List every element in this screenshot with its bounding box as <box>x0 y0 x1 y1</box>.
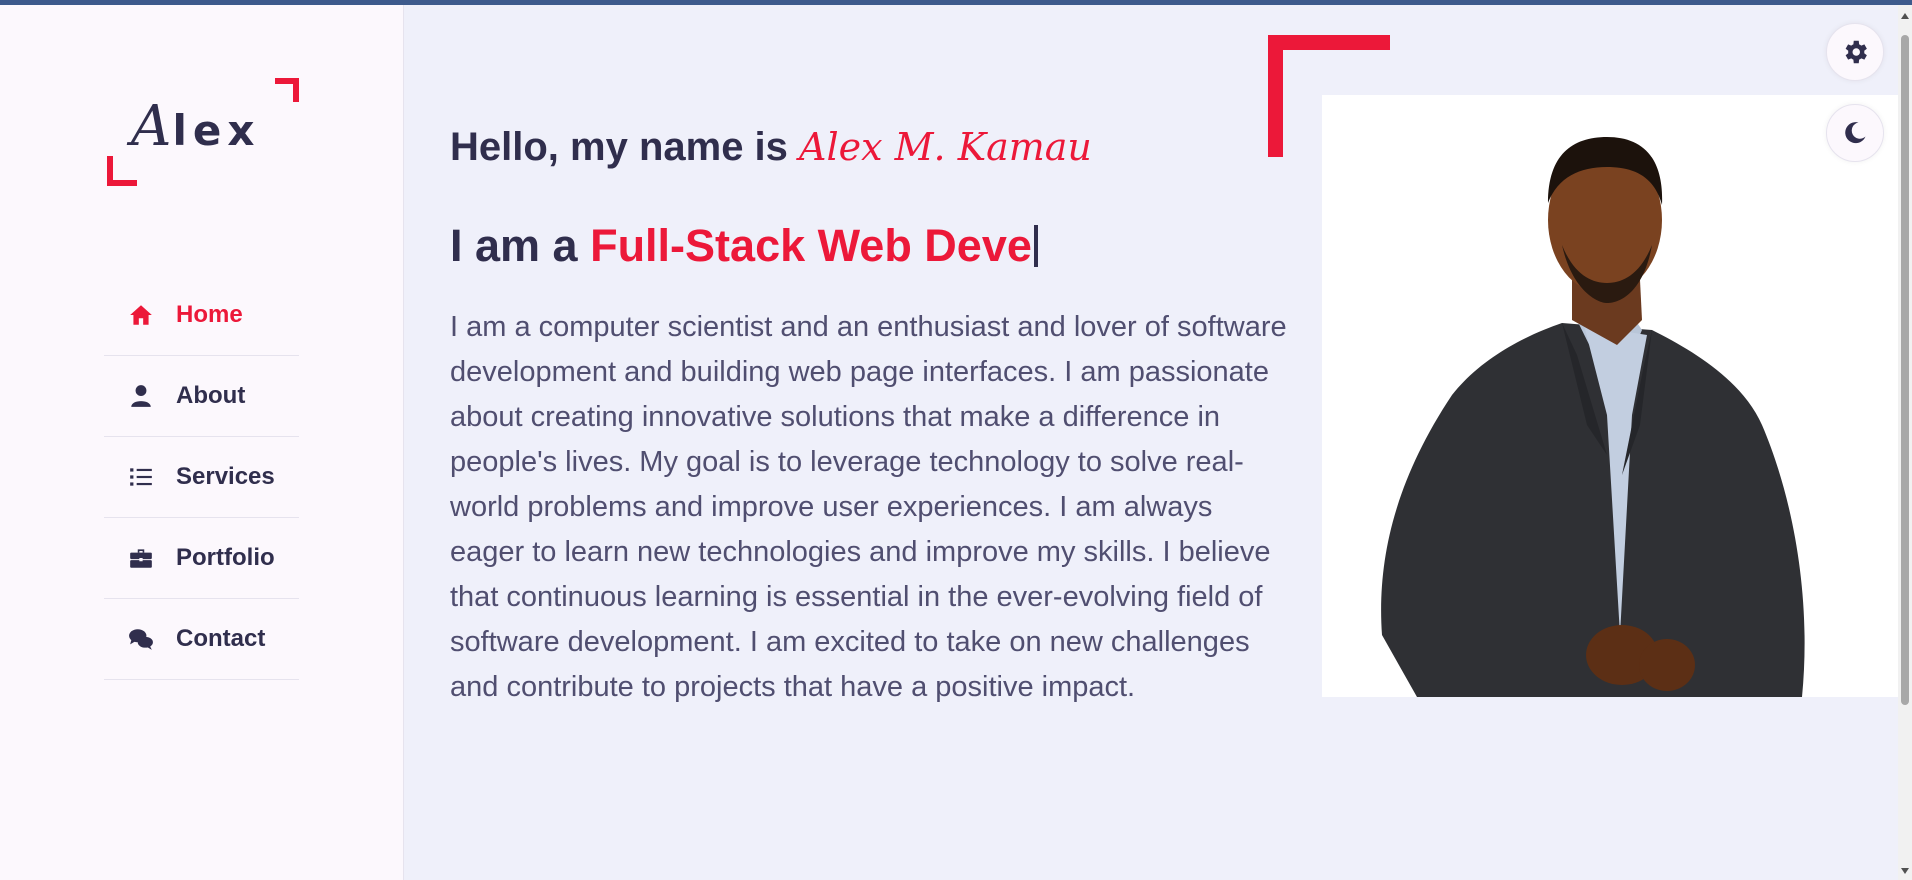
user-icon <box>126 381 156 411</box>
nav-item-label: Contact <box>176 625 266 652</box>
page-scrollbar[interactable] <box>1898 5 1912 880</box>
nav-item-home[interactable]: Home <box>104 275 299 356</box>
role-heading: I am a Full-Stack Web Deve <box>450 220 1038 272</box>
nav-item-label: About <box>176 382 246 409</box>
nav-item-about[interactable]: About <box>104 356 299 437</box>
logo-corner-top-right <box>275 78 299 102</box>
nav-item-label: Portfolio <box>176 544 275 571</box>
nav-item-contact[interactable]: Contact <box>104 599 299 680</box>
home-icon <box>126 300 156 330</box>
logo-corner-bottom-left <box>107 156 137 186</box>
owner-name: Alex M. Kamau <box>799 125 1092 169</box>
home-section: Hello, my name is Alex M. Kamau I am a F… <box>404 5 1912 880</box>
nav-item-label: Services <box>176 463 275 490</box>
scroll-down-arrow-icon[interactable] <box>1901 868 1909 874</box>
sidebar: Alex Home About Services Portfolio Conta… <box>0 5 404 880</box>
nav-item-label: Home <box>176 301 243 328</box>
main-nav: Home About Services Portfolio Contact <box>104 275 299 680</box>
moon-icon <box>1841 119 1869 147</box>
comments-icon <box>126 624 156 654</box>
greeting-heading: Hello, my name is Alex M. Kamau <box>450 125 1092 170</box>
list-icon <box>126 462 156 492</box>
typing-caret <box>1033 225 1038 267</box>
logo-text: Alex <box>131 94 260 159</box>
logo-rest: lex <box>172 106 261 155</box>
theme-toggle-button[interactable] <box>1826 104 1884 162</box>
profile-photo <box>1322 95 1912 697</box>
person-illustration <box>1381 137 1805 697</box>
role-typed-text: Full-Stack Web Deve <box>590 220 1032 271</box>
role-prefix: I am a <box>450 220 591 271</box>
nav-item-portfolio[interactable]: Portfolio <box>104 518 299 599</box>
briefcase-icon <box>126 543 156 573</box>
greeting-text: Hello, my name is <box>450 125 800 169</box>
nav-item-services[interactable]: Services <box>104 437 299 518</box>
settings-button[interactable] <box>1826 23 1884 81</box>
scrollbar-thumb[interactable] <box>1901 35 1909 705</box>
logo[interactable]: Alex <box>107 72 299 186</box>
bio-paragraph: I am a computer scientist and an enthusi… <box>450 311 1287 703</box>
logo-first-letter: A <box>131 94 173 159</box>
gear-icon <box>1840 37 1870 67</box>
scroll-up-arrow-icon[interactable] <box>1901 13 1909 19</box>
